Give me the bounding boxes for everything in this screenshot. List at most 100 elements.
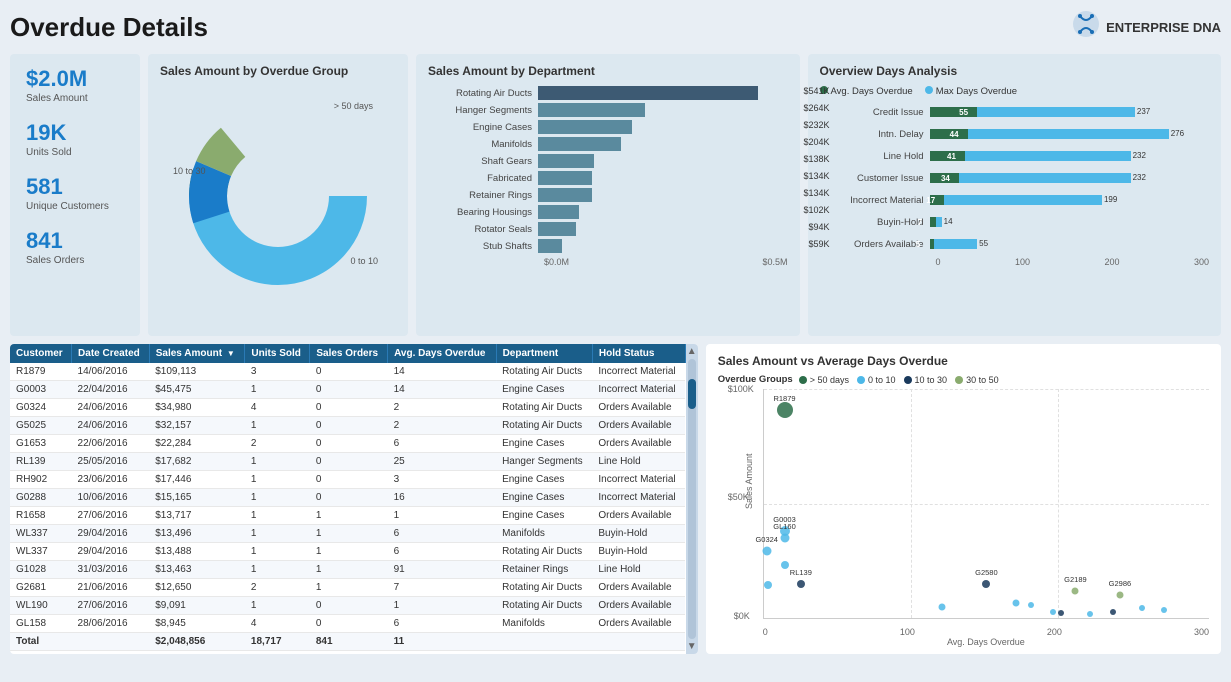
cell-date-4: 22/06/2016 [72,435,150,453]
overview-chart-area: Credit Issue 55 237 Intn. Delay 44 276 L… [820,103,1209,267]
col-sales[interactable]: Sales Amount ▼ [149,344,245,363]
y-label-100k: $100K [728,384,754,394]
table-row-1: G0003 22/04/2016 $45,475 1 0 14 Engine C… [10,381,685,399]
dept-bar-value-1: $264K [803,103,829,113]
col-customer[interactable]: Customer [10,344,72,363]
cell-dept-13: Rotating Air Ducts [496,597,592,615]
cell-orders-10: 1 [310,543,388,561]
dept-bar-track-7: $102K [538,205,788,219]
dept-bar-value-5: $134K [803,171,829,181]
total-blank [72,633,150,651]
scatter-legend-item-0: > 50 days [799,375,849,385]
dept-chart-area: Rotating Air Ducts $541K Hanger Segments… [428,86,788,326]
col-avgdays[interactable]: Avg. Days Overdue [388,344,497,363]
cell-date-12: 21/06/2016 [72,579,150,597]
avg-val-3: 34 [939,173,952,184]
cell-avgdays-10: 6 [388,543,497,561]
table-row-7: G0288 10/06/2016 $15,165 1 0 16 Engine C… [10,489,685,507]
cell-dept-1: Engine Cases [496,381,592,399]
avg-val-4: 17 [924,195,937,206]
dept-bar-track-6: $134K [538,188,788,202]
scatter-label-G0324: G0324 [755,535,778,544]
max-bar-4 [930,195,1102,205]
scatter-point-G0003b [781,561,789,569]
cell-orders-9: 1 [310,525,388,543]
overview-label-3: Customer Issue [820,173,930,184]
scatter-label-R1879: R1879 [773,394,795,403]
dept-bar-label-8: Rotator Seals [428,224,538,235]
avg-val-2: 41 [945,151,958,162]
overview-chart-panel: Overview Days Analysis Avg. Days Overdue… [808,54,1221,336]
scatter-point-G0205 [1161,607,1167,613]
cell-date-13: 27/06/2016 [72,597,150,615]
kpi-sales-label: Sales Amount [26,93,124,104]
dept-bar-row-5: Fabricated $134K [428,171,788,185]
kpi-unique-customers: 581 Unique Customers [26,174,124,212]
cell-avgdays-0: 14 [388,363,497,381]
dept-bar-value-7: $102K [803,205,829,215]
total-blank3 [592,633,685,651]
dept-chart-panel: Sales Amount by Department Rotating Air … [416,54,800,336]
dept-bar-fill-2 [538,120,632,134]
avg-bar-6 [930,239,934,249]
scatter-label-G2189: G2189 [1064,575,1087,584]
col-hold[interactable]: Hold Status [592,344,685,363]
scatter-point-G0026 [1050,609,1056,615]
scatter-point-G3143 [1139,605,1145,611]
cell-customer-13: WL190 [10,597,72,615]
x-label-200: 200 [1047,627,1062,637]
max-val-2: 232 [1133,151,1146,160]
logo-text: ENTERPRISE DNA [1106,20,1221,35]
cell-hold-3: Orders Available [592,417,685,435]
cell-units-1: 1 [245,381,310,399]
cell-hold-13: Orders Available [592,597,685,615]
kpi-customers-label: Unique Customers [26,201,124,212]
scatter-point-RH902 [764,581,772,589]
cell-units-5: 1 [245,453,310,471]
scroll-down-button[interactable]: ▼ [687,641,697,652]
dept-bar-value-3: $204K [803,137,829,147]
scroll-up-button[interactable]: ▲ [687,346,697,357]
overview-row-5: Buyin-Hold 7 14 [820,213,1209,231]
table-wrapper: Customer Date Created Sales Amount ▼ Uni… [10,344,686,654]
cell-dept-8: Engine Cases [496,507,592,525]
scroll-track[interactable] [688,359,696,639]
cell-sales-5: $17,682 [149,453,245,471]
avg-val-6: 5 [914,239,922,250]
cell-units-6: 1 [245,471,310,489]
col-dept[interactable]: Department [496,344,592,363]
table-row-3: G5025 24/06/2016 $32,157 1 0 2 Rotating … [10,417,685,435]
cell-sales-2: $34,980 [149,399,245,417]
cell-dept-7: Engine Cases [496,489,592,507]
x-axis-labels: 0 100 200 300 [763,627,1209,637]
dept-bar-value-9: $59K [808,239,829,249]
cell-customer-5: RL139 [10,453,72,471]
table-row-2: G0324 24/06/2016 $34,980 4 0 2 Rotating … [10,399,685,417]
dept-bar-label-4: Shaft Gears [428,156,538,167]
top-section: $2.0M Sales Amount 19K Units Sold 581 Un… [10,54,1221,336]
overview-bars-2: 41 232 [930,147,1209,165]
scatter-title: Sales Amount vs Average Days Overdue [718,354,1209,368]
total-avgdays: 11 [388,633,497,651]
scroll-thumb[interactable] [688,379,696,409]
kpi-sales-value: $2.0M [26,66,124,92]
avg-val-1: 44 [948,129,961,140]
overview-bars-6: 5 55 [930,235,1209,253]
col-units[interactable]: Units Sold [245,344,310,363]
table-body: R1879 14/06/2016 $109,113 3 0 14 Rotatin… [10,363,685,651]
table-scrollbar[interactable]: ▲ ▼ [686,344,698,654]
table-section: Customer Date Created Sales Amount ▼ Uni… [10,344,698,654]
overview-chart-title: Overview Days Analysis [820,64,1209,78]
col-orders[interactable]: Sales Orders [310,344,388,363]
cell-sales-12: $12,650 [149,579,245,597]
cell-customer-11: G1028 [10,561,72,579]
col-date[interactable]: Date Created [72,344,150,363]
scatter-legend-item-2: 10 to 30 [904,375,948,385]
cell-dept-2: Rotating Air Ducts [496,399,592,417]
avg-val-5: 7 [916,217,924,228]
scatter-legend-label-3: 30 to 50 [966,375,999,385]
scatter-plot: $100K $50K $0K R1879G0003GL160G0324RL139… [763,389,1209,619]
scatter-point-R1879 [777,402,793,418]
overview-bars-4: 17 199 [930,191,1209,209]
legend-avg-label: Avg. Days Overdue [831,86,913,97]
